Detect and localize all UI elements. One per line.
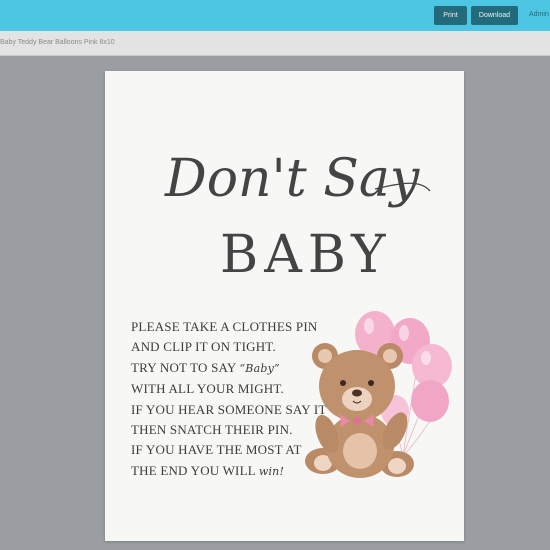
poem-line-3-script: “Baby”	[239, 361, 280, 375]
poem-line-8-text: THE END YOU WILL	[131, 462, 259, 478]
poem-line-8-script: win!	[258, 464, 285, 478]
teddy-bear-balloons-illustration	[305, 311, 452, 478]
top-toolbar: Print Download Admin	[0, 0, 550, 31]
poem-line-3-text: TRY NOT TO SAY	[131, 359, 240, 375]
heading-script-art: Don't Say	[164, 149, 431, 209]
print-button[interactable]: Print	[434, 6, 467, 25]
document-title: Baby Teddy Bear Balloons Pink 8x10	[0, 39, 115, 46]
admin-link[interactable]: Admin	[529, 11, 549, 18]
document-path-bar: Baby Teddy Bear Balloons Pink 8x10	[0, 31, 550, 56]
download-button[interactable]: Download	[471, 6, 518, 25]
heading-main: BABY	[220, 225, 392, 285]
document-preview: Don't Say BABY PLEASE TAKE A CLOTHES PIN…	[105, 71, 464, 541]
heading-script: Don't Say	[164, 149, 420, 209]
